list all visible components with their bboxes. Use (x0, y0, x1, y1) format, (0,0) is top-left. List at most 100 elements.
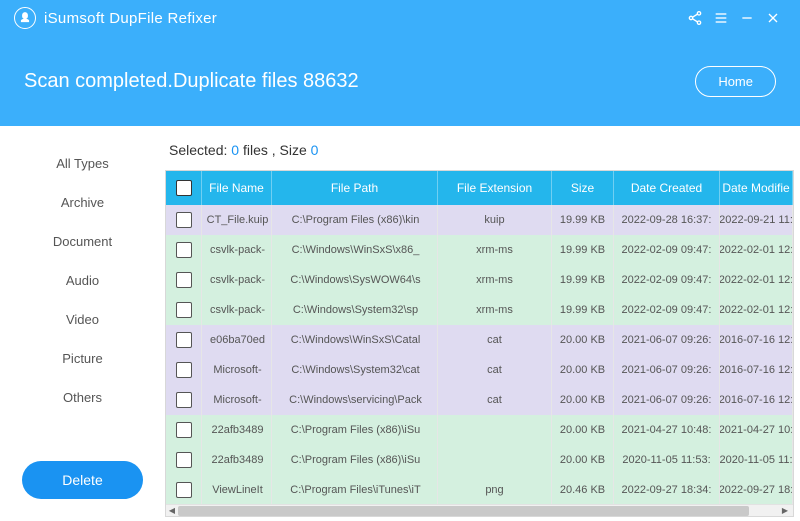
cell-created: 2022-09-28 16:37: (614, 205, 720, 235)
cell-extension: kuip (438, 205, 552, 235)
menu-icon[interactable] (708, 5, 734, 31)
scrollbar-thumb[interactable] (178, 506, 749, 516)
row-checkbox-cell (166, 355, 202, 385)
horizontal-scrollbar[interactable]: ◀ ▶ (166, 504, 793, 516)
row-checkbox[interactable] (176, 302, 192, 318)
cell-created: 2022-09-27 18:34: (614, 475, 720, 504)
cell-filepath: C:\Windows\servicing\Pack (272, 385, 438, 415)
cell-modified: 2016-07-16 12: (720, 355, 793, 385)
cell-modified: 2022-09-21 11: (720, 205, 793, 235)
sidebar: All TypesArchiveDocumentAudioVideoPictur… (0, 126, 165, 521)
table-body: CT_File.kuipC:\Program Files (x86)\kinku… (166, 205, 793, 504)
selection-prefix: Selected: (169, 142, 231, 158)
close-icon[interactable] (760, 5, 786, 31)
cell-filename: csvlk-pack- (202, 265, 272, 295)
cell-filepath: C:\Program Files (x86)\iSu (272, 415, 438, 445)
cell-modified: 2022-02-01 12: (720, 265, 793, 295)
cell-filename: 22afb3489 (202, 445, 272, 475)
col-size[interactable]: Size (552, 171, 614, 205)
cell-modified: 2022-02-01 12: (720, 295, 793, 325)
cell-extension: png (438, 475, 552, 504)
cell-modified: 2022-02-01 12: (720, 235, 793, 265)
cell-extension: xrm-ms (438, 265, 552, 295)
home-button[interactable]: Home (695, 66, 776, 97)
cell-filename: CT_File.kuip (202, 205, 272, 235)
cell-extension (438, 415, 552, 445)
row-checkbox-cell (166, 385, 202, 415)
cell-extension: cat (438, 325, 552, 355)
cell-extension: xrm-ms (438, 295, 552, 325)
sidebar-item-archive[interactable]: Archive (53, 183, 112, 222)
file-table: File Name File Path File Extension Size … (165, 170, 794, 517)
cell-modified: 2016-07-16 12: (720, 385, 793, 415)
table-row[interactable]: csvlk-pack-C:\Windows\WinSxS\x86_xrm-ms1… (166, 235, 793, 265)
row-checkbox[interactable] (176, 272, 192, 288)
cell-filepath: C:\Windows\SysWOW64\s (272, 265, 438, 295)
row-checkbox[interactable] (176, 332, 192, 348)
col-filepath[interactable]: File Path (272, 171, 438, 205)
col-created[interactable]: Date Created (614, 171, 720, 205)
table-row[interactable]: e06ba70edC:\Windows\WinSxS\Catalcat20.00… (166, 325, 793, 355)
cell-filename: ViewLineIt (202, 475, 272, 504)
col-filename[interactable]: File Name (202, 171, 272, 205)
row-checkbox[interactable] (176, 362, 192, 378)
table-row[interactable]: csvlk-pack-C:\Windows\System32\spxrm-ms1… (166, 295, 793, 325)
table-row[interactable]: csvlk-pack-C:\Windows\SysWOW64\sxrm-ms19… (166, 265, 793, 295)
share-icon[interactable] (682, 5, 708, 31)
cell-filepath: C:\Windows\WinSxS\x86_ (272, 235, 438, 265)
cell-created: 2020-11-05 11:53: (614, 445, 720, 475)
cell-filepath: C:\Program Files (x86)\iSu (272, 445, 438, 475)
table-row[interactable]: 22afb3489C:\Program Files (x86)\iSu20.00… (166, 415, 793, 445)
row-checkbox-cell (166, 475, 202, 504)
select-all-checkbox[interactable] (176, 180, 192, 196)
header: Scan completed.Duplicate files 88632 Hom… (0, 36, 800, 126)
cell-created: 2022-02-09 09:47: (614, 235, 720, 265)
cell-modified: 2022-09-27 18: (720, 475, 793, 504)
row-checkbox[interactable] (176, 452, 192, 468)
cell-extension (438, 445, 552, 475)
cell-size: 19.99 KB (552, 205, 614, 235)
row-checkbox-cell (166, 415, 202, 445)
selection-count: 0 (231, 142, 239, 158)
cell-size: 20.00 KB (552, 385, 614, 415)
scan-status: Scan completed.Duplicate files 88632 (24, 70, 359, 93)
cell-filename: csvlk-pack- (202, 235, 272, 265)
col-modified[interactable]: Date Modifie (720, 171, 793, 205)
row-checkbox[interactable] (176, 212, 192, 228)
table-row[interactable]: CT_File.kuipC:\Program Files (x86)\kinku… (166, 205, 793, 235)
sidebar-item-video[interactable]: Video (53, 300, 112, 339)
cell-size: 20.00 KB (552, 445, 614, 475)
scroll-right-icon[interactable]: ▶ (779, 505, 791, 517)
app-title: iSumsoft DupFile Refixer (44, 10, 217, 27)
row-checkbox[interactable] (176, 242, 192, 258)
row-checkbox[interactable] (176, 482, 192, 498)
titlebar: iSumsoft DupFile Refixer (0, 0, 800, 36)
sidebar-item-document[interactable]: Document (53, 222, 112, 261)
sidebar-item-audio[interactable]: Audio (53, 261, 112, 300)
table-row[interactable]: Microsoft-C:\Windows\System32\catcat20.0… (166, 355, 793, 385)
cell-created: 2021-06-07 09:26: (614, 325, 720, 355)
cell-size: 20.00 KB (552, 355, 614, 385)
cell-size: 19.99 KB (552, 295, 614, 325)
selection-size: 0 (311, 142, 319, 158)
sidebar-item-others[interactable]: Others (53, 378, 112, 417)
row-checkbox-cell (166, 295, 202, 325)
table-row[interactable]: 22afb3489C:\Program Files (x86)\iSu 20.00… (166, 445, 793, 475)
selection-mid: files , Size (239, 142, 311, 158)
minimize-icon[interactable] (734, 5, 760, 31)
row-checkbox[interactable] (176, 392, 192, 408)
sidebar-item-picture[interactable]: Picture (53, 339, 112, 378)
cell-filename: e06ba70ed (202, 325, 272, 355)
app-logo-icon (14, 7, 36, 29)
delete-button[interactable]: Delete (22, 461, 142, 499)
row-checkbox-cell (166, 265, 202, 295)
row-checkbox-cell (166, 325, 202, 355)
col-extension[interactable]: File Extension (438, 171, 552, 205)
cell-filename: Microsoft- (202, 385, 272, 415)
table-row[interactable]: Microsoft-C:\Windows\servicing\Packcat20… (166, 385, 793, 415)
table-row[interactable]: ViewLineItC:\Program Files\iTunes\iTpng2… (166, 475, 793, 504)
scroll-left-icon[interactable]: ◀ (166, 505, 178, 517)
sidebar-item-all-types[interactable]: All Types (53, 144, 112, 183)
row-checkbox[interactable] (176, 422, 192, 438)
cell-created: 2021-06-07 09:26: (614, 355, 720, 385)
